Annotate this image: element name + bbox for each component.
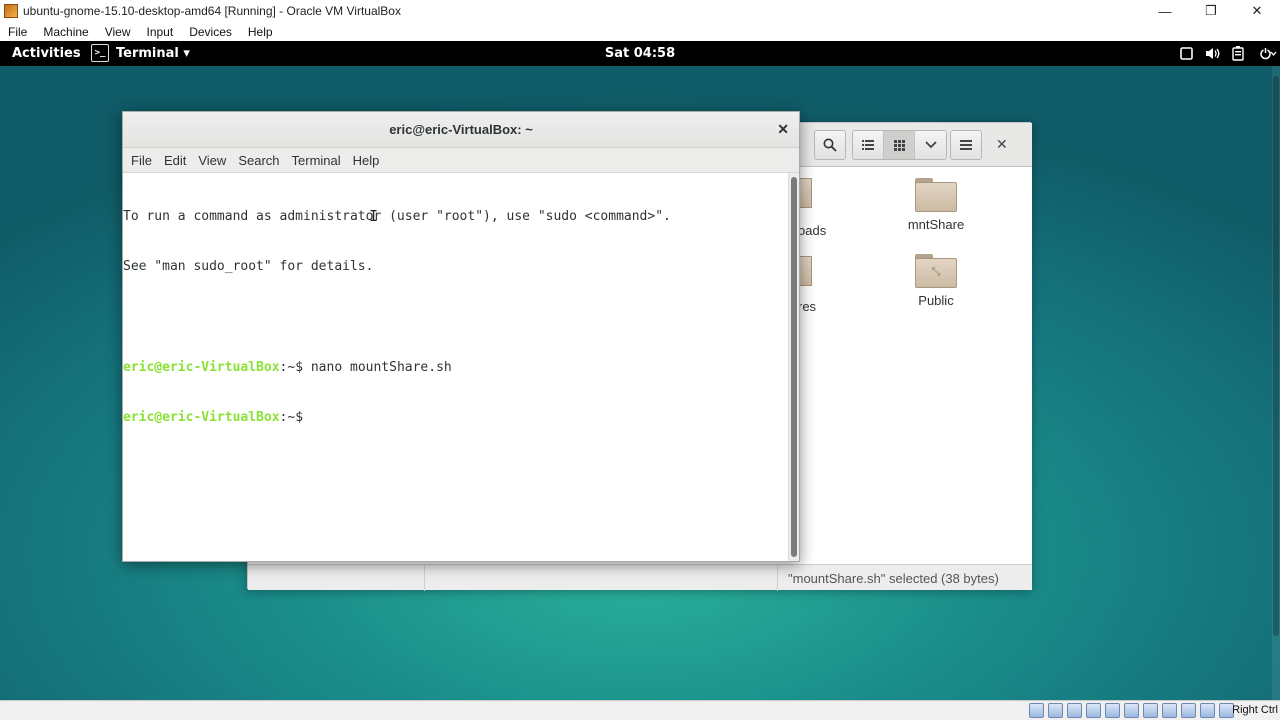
folder-label: mntShare: [907, 217, 965, 232]
terminal-line: To run a command as administrator (user …: [123, 208, 671, 224]
minimize-button[interactable]: —: [1142, 0, 1188, 22]
folder-public[interactable]: ⤡ Public: [891, 254, 981, 308]
host-menu-file[interactable]: File: [0, 25, 35, 39]
chevron-down-icon: [924, 141, 937, 149]
network-icon[interactable]: [1086, 703, 1101, 718]
video-capture-icon[interactable]: [1162, 703, 1177, 718]
window-icon: [1176, 43, 1196, 63]
system-tray[interactable]: [1170, 43, 1280, 63]
virtualbox-icon: [4, 4, 18, 18]
clock[interactable]: Sat 04:58: [0, 46, 1280, 61]
optical-drive-icon[interactable]: [1048, 703, 1063, 718]
terminal-line: See "man sudo_root" for details.: [123, 258, 374, 274]
folder-label: Public: [918, 293, 954, 308]
terminal-prompt-line: eric@eric-VirtualBox:~$: [123, 410, 788, 427]
terminal-scroll-thumb[interactable]: [791, 177, 797, 557]
host-key-label: Right Ctrl: [1232, 704, 1278, 716]
volume-icon: [1202, 43, 1222, 63]
prompt-path: :~: [279, 359, 296, 375]
prompt-path: :~: [279, 410, 296, 426]
search-icon: [823, 138, 837, 152]
terminal-menu-view[interactable]: View: [192, 153, 232, 168]
files-status-bar: "mountShare.sh" selected (38 bytes): [248, 564, 1032, 591]
partial-folder-label: oads: [798, 223, 827, 238]
terminal-app-icon: >_: [91, 44, 109, 62]
selection-status: "mountShare.sh" selected (38 bytes): [777, 565, 999, 591]
list-view-icon: [862, 140, 874, 150]
power-icon: [1254, 43, 1280, 63]
view-options-button[interactable]: [915, 131, 946, 159]
terminal-menu-bar: File Edit View Search Terminal Help: [123, 148, 799, 173]
public-folder-icon: ⤡: [915, 254, 957, 288]
terminal-title-bar[interactable]: eric@eric-VirtualBox: ~ ✕: [123, 112, 799, 148]
host-menu-bar: File Machine View Input Devices Help: [0, 22, 1280, 41]
prompt-symbol: $: [295, 359, 311, 375]
app-menu-label: Terminal ▾: [116, 45, 190, 61]
files-search-button[interactable]: [814, 130, 846, 160]
view-switcher: [852, 130, 947, 160]
terminal-menu-search[interactable]: Search: [232, 153, 285, 168]
host-window-title: ubuntu-gnome-15.10-desktop-amd64 [Runnin…: [23, 4, 401, 18]
host-menu-machine[interactable]: Machine: [35, 25, 96, 39]
hard-disk-icon[interactable]: [1029, 703, 1044, 718]
host-menu-devices[interactable]: Devices: [181, 25, 240, 39]
gnome-top-bar: Activities >_ Terminal ▾ Sat 04:58: [0, 41, 1280, 66]
prompt-user: eric@eric-VirtualBox: [123, 410, 280, 426]
terminal-title: eric@eric-VirtualBox: ~: [389, 122, 533, 137]
host-scroll-strip[interactable]: [1272, 66, 1280, 700]
terminal-menu-help[interactable]: Help: [347, 153, 386, 168]
prompt-user: eric@eric-VirtualBox: [123, 359, 280, 375]
prompt-command: nano mountShare.sh: [310, 359, 452, 375]
terminal-window[interactable]: eric@eric-VirtualBox: ~ ✕ File Edit View…: [122, 111, 800, 562]
activities-button[interactable]: Activities: [12, 46, 81, 61]
audio-icon[interactable]: [1067, 703, 1082, 718]
terminal-close-button[interactable]: ✕: [777, 121, 789, 138]
mouse-integration-icon[interactable]: [1200, 703, 1215, 718]
grid-view-icon: [893, 139, 905, 151]
files-menu-button[interactable]: [950, 130, 982, 160]
folder-icon: [915, 178, 957, 212]
display-icon[interactable]: [1143, 703, 1158, 718]
close-button[interactable]: ✕: [1234, 0, 1280, 22]
terminal-output[interactable]: To run a command as administrator (user …: [123, 173, 788, 561]
usb-icon[interactable]: [1105, 703, 1120, 718]
battery-icon: [1228, 43, 1248, 63]
guest-desktop: Activities >_ Terminal ▾ Sat 04:58 ✕ oad…: [0, 41, 1280, 700]
scroll-thumb[interactable]: [1273, 76, 1279, 636]
terminal-menu-file[interactable]: File: [125, 153, 158, 168]
device-icons: [1025, 703, 1234, 718]
terminal-menu-edit[interactable]: Edit: [158, 153, 192, 168]
prompt-symbol: $: [295, 410, 311, 426]
shared-folders-icon[interactable]: [1124, 703, 1139, 718]
partial-folder-icon: [800, 256, 812, 286]
terminal-scrollbar[interactable]: [788, 173, 799, 561]
host-menu-help[interactable]: Help: [240, 25, 281, 39]
host-title-bar: ubuntu-gnome-15.10-desktop-amd64 [Runnin…: [0, 0, 1280, 22]
files-close-button[interactable]: ✕: [996, 136, 1008, 153]
folder-mntshare[interactable]: mntShare: [891, 178, 981, 232]
list-view-button[interactable]: [853, 131, 884, 159]
app-menu[interactable]: >_ Terminal ▾: [91, 44, 190, 62]
restore-button[interactable]: ❐: [1188, 0, 1234, 22]
cpu-icon[interactable]: [1181, 703, 1196, 718]
host-window-controls: — ❐ ✕: [1142, 0, 1280, 22]
host-status-bar: Right Ctrl: [0, 700, 1280, 720]
grid-view-button[interactable]: [884, 131, 915, 159]
ibeam-cursor-icon: I: [369, 207, 379, 225]
terminal-prompt-line: eric@eric-VirtualBox:~$ nano mountShare.…: [123, 360, 788, 377]
hamburger-icon: [960, 140, 972, 150]
host-menu-view[interactable]: View: [97, 25, 139, 39]
terminal-menu-terminal[interactable]: Terminal: [286, 153, 347, 168]
partial-folder-label: res: [798, 299, 817, 314]
partial-folder-icon: [800, 178, 812, 208]
host-menu-input[interactable]: Input: [139, 25, 182, 39]
